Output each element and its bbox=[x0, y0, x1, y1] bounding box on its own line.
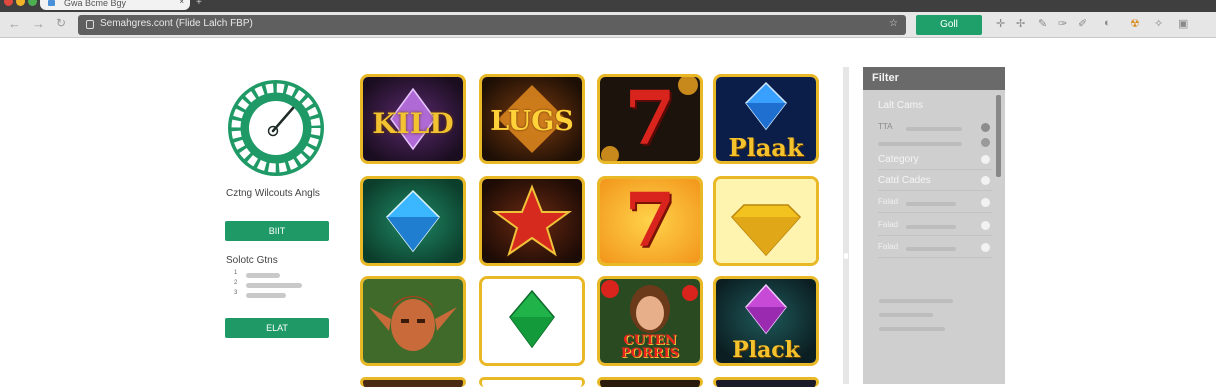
list-item-bar bbox=[246, 273, 280, 278]
filter-option[interactable]: Falad bbox=[878, 197, 992, 213]
slider-handle[interactable] bbox=[981, 123, 990, 132]
filter-option[interactable]: Falad bbox=[878, 242, 992, 258]
extension-feather-icon[interactable]: ✑ bbox=[1058, 17, 1067, 30]
game-tile-partial[interactable] bbox=[360, 377, 466, 387]
maximize-window-icon[interactable] bbox=[28, 0, 37, 6]
go-button[interactable]: Goll bbox=[916, 15, 982, 35]
game-title: KILD bbox=[372, 107, 454, 140]
filter-option-card-games[interactable]: Catd Cades bbox=[878, 175, 992, 191]
filter-slider-row[interactable] bbox=[878, 137, 992, 153]
back-arrow-icon[interactable]: ← bbox=[8, 16, 21, 31]
game-tile-kild[interactable]: KILD bbox=[360, 74, 466, 164]
radio-button[interactable] bbox=[981, 198, 990, 207]
minimize-window-icon[interactable] bbox=[16, 0, 25, 6]
secondary-button[interactable]: ELAT bbox=[225, 318, 329, 338]
address-bar[interactable]: Semahgres.cont (Flide Lalch FBP) ☆ bbox=[78, 15, 906, 35]
scroll-handle[interactable] bbox=[844, 253, 848, 259]
game-tile-plack[interactable]: Plack bbox=[713, 276, 819, 366]
game-title: 7 bbox=[624, 178, 676, 264]
speedometer-gauge-icon bbox=[226, 78, 326, 178]
account-icon[interactable]: ◐ bbox=[1104, 17, 1111, 29]
radio-button[interactable] bbox=[981, 221, 990, 230]
slider-track[interactable] bbox=[878, 142, 962, 146]
filter-section-header: Lalt Cams bbox=[878, 100, 924, 111]
placeholder-line bbox=[879, 299, 953, 303]
game-title: CUTEN PORRIS bbox=[620, 333, 680, 361]
filter-panel: Filter Lalt Cams TTA Category Catd Cades… bbox=[863, 67, 1005, 384]
radio-button[interactable] bbox=[981, 155, 990, 164]
game-tile-seven-orange[interactable]: 7 bbox=[597, 176, 703, 266]
browser-tab-strip: Gwa Bcme Bgy × + bbox=[0, 0, 1216, 12]
filter-scrollbar[interactable] bbox=[996, 95, 1001, 177]
game-tile-woman-portrait[interactable]: CUTEN PORRIS bbox=[597, 276, 703, 366]
list-heading: Solotc Gtns bbox=[226, 255, 278, 266]
browser-tab[interactable]: Gwa Bcme Bgy × bbox=[40, 0, 190, 10]
forward-arrow-icon[interactable]: → bbox=[32, 16, 45, 31]
game-title: Plack bbox=[732, 337, 800, 363]
extension-hazard-icon[interactable]: ☢ bbox=[1130, 17, 1140, 30]
list-item-bar bbox=[246, 283, 302, 288]
filter-option[interactable]: Falad bbox=[878, 220, 992, 236]
bookmark-star-icon[interactable]: ☆ bbox=[889, 18, 898, 29]
radio-button[interactable] bbox=[981, 243, 990, 252]
primary-button[interactable]: BIIT bbox=[225, 221, 329, 241]
extension-pen-icon[interactable]: ✎ bbox=[1038, 17, 1047, 30]
slider-handle[interactable] bbox=[981, 138, 990, 147]
filter-option-category[interactable]: Category bbox=[878, 154, 992, 170]
filter-slider-row[interactable]: TTA bbox=[878, 122, 992, 138]
extension-brush-icon[interactable]: ✐ bbox=[1078, 17, 1087, 30]
tab-close-icon[interactable]: × bbox=[179, 0, 184, 6]
placeholder-line bbox=[879, 327, 945, 331]
game-tile-partial[interactable] bbox=[479, 377, 585, 387]
extension-sparkle-icon[interactable]: ✧ bbox=[1154, 17, 1163, 30]
new-tab-icon[interactable]: + bbox=[196, 0, 202, 8]
placeholder-line bbox=[879, 313, 933, 317]
game-tile-lugs[interactable]: LUGS bbox=[479, 74, 585, 164]
list-item-bar bbox=[246, 293, 286, 298]
url-text: Semahgres.cont (Flide Lalch FBP) bbox=[100, 18, 253, 29]
lock-icon bbox=[86, 20, 94, 29]
game-tile-partial[interactable] bbox=[713, 377, 819, 387]
game-tile-emerald[interactable] bbox=[479, 276, 585, 366]
left-panel-title: Cztng Wilcouts Angls bbox=[226, 188, 320, 199]
filter-title: Filter bbox=[863, 67, 1005, 90]
game-title: LUGS bbox=[490, 106, 574, 137]
browser-toolbar: ← → ↻ Semahgres.cont (Flide Lalch FBP) ☆… bbox=[0, 12, 1216, 38]
close-window-icon[interactable] bbox=[4, 0, 13, 6]
reload-icon[interactable]: ↻ bbox=[56, 16, 66, 30]
grid-scrollbar[interactable] bbox=[843, 67, 849, 384]
game-tile-blue-diamond[interactable] bbox=[360, 176, 466, 266]
tab-title: Gwa Bcme Bgy bbox=[64, 0, 127, 8]
radio-button[interactable] bbox=[981, 176, 990, 185]
menu-icon[interactable]: ▣ bbox=[1178, 17, 1188, 30]
slider-track[interactable] bbox=[906, 127, 962, 131]
tab-favicon-icon bbox=[48, 0, 55, 6]
game-tile-yellow-diamond[interactable] bbox=[713, 176, 819, 266]
game-tile-partial[interactable] bbox=[597, 377, 703, 387]
game-tile-red-star[interactable] bbox=[479, 176, 585, 266]
game-tile-elf-portrait[interactable] bbox=[360, 276, 466, 366]
game-title: 7 bbox=[624, 76, 676, 162]
game-tile-seven-dark[interactable]: 7 bbox=[597, 74, 703, 164]
game-tile-plaak[interactable]: Plaak bbox=[713, 74, 819, 164]
game-title: Plaak bbox=[728, 133, 804, 162]
extension-plus-icon[interactable]: ✛ bbox=[996, 17, 1005, 30]
extension-cross-icon[interactable]: ✢ bbox=[1016, 17, 1025, 30]
